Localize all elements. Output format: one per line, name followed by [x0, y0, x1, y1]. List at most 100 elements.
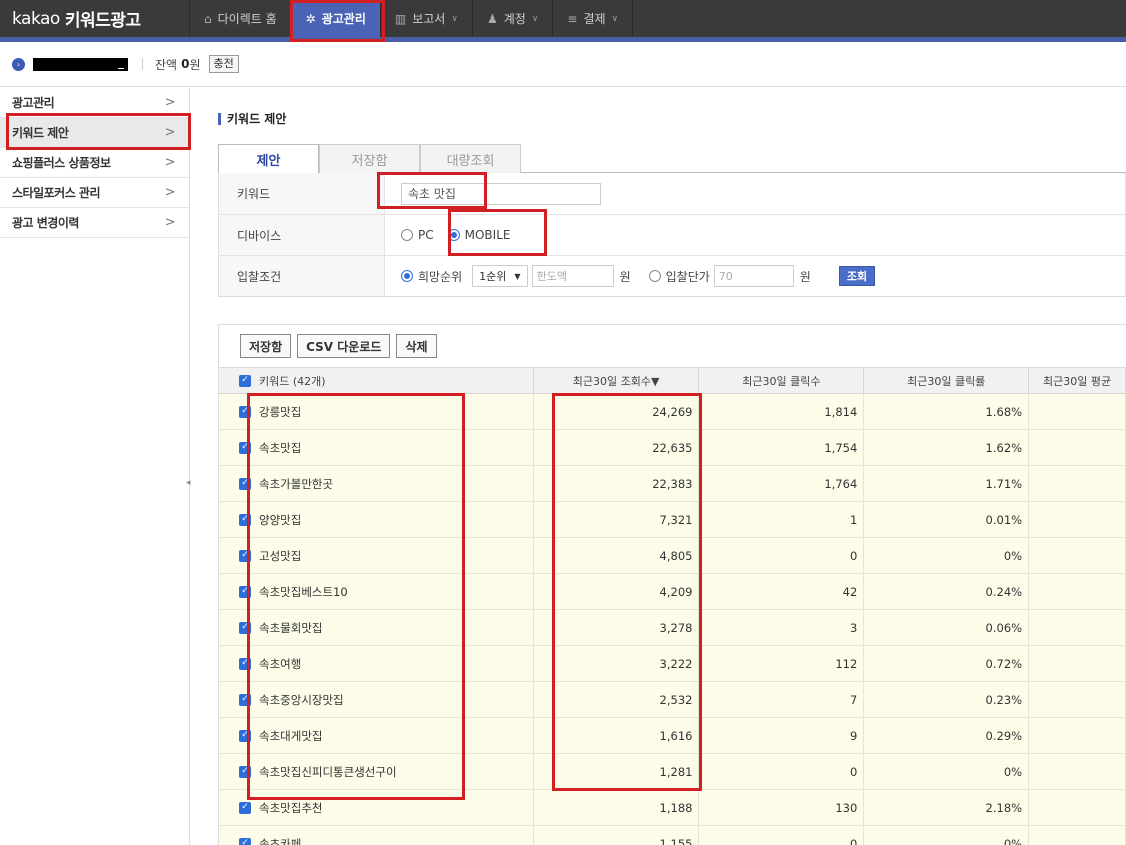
table-row[interactable]: ✓ 속초맛집신피디통큰생선구이 1,281 0 0% [219, 754, 1126, 790]
chevron-right-icon: > [164, 155, 176, 170]
sidebar-item-0[interactable]: 광고관리 > [0, 88, 189, 118]
csv-download-button[interactable]: CSV 다운로드 [297, 334, 391, 358]
keyword-input[interactable]: 속초 맛집 [401, 182, 601, 205]
row-checkbox[interactable]: ✓ [239, 693, 251, 706]
table-row[interactable]: ✓ 속초가볼만한곳 22,383 1,764 1.71% [219, 466, 1126, 502]
nav-item-1[interactable]: ✲ 광고관리 [291, 0, 381, 37]
cell-value: 속초가볼만한곳 [259, 476, 334, 491]
row-checkbox[interactable]: ✓ [239, 765, 251, 778]
sidebar-item-2[interactable]: 쇼핑플러스 상품정보 > [0, 148, 189, 178]
charge-button[interactable]: 충전 [208, 55, 239, 73]
tab-1[interactable]: 저장함 [319, 144, 420, 173]
table-row[interactable]: ✓ 속초대게맛집 1,616 9 0.29% [219, 718, 1126, 754]
brand-logo[interactable]: kakao 키워드광고 [0, 0, 190, 37]
row-checkbox[interactable]: ✓ [239, 549, 251, 562]
table-cell: ✓ 양양맛집 [219, 502, 534, 537]
table-cell: 1,814 [699, 394, 865, 429]
table-cell [1029, 790, 1126, 825]
rank-select[interactable]: 1순위 ▼ [472, 265, 528, 287]
cell-value: 1,764 [824, 476, 858, 491]
row-checkbox[interactable]: ✓ [239, 585, 251, 598]
table-cell: 1,281 [534, 754, 700, 789]
table-row[interactable]: ✓ 속초맛집 22,635 1,754 1.62% [219, 430, 1126, 466]
nav-item-2[interactable]: ▥ 보고서 ∨ [381, 0, 473, 37]
query-button[interactable]: 조회 [838, 266, 876, 286]
column-header-4[interactable]: 최근30일 평균 [1029, 368, 1126, 393]
cell-value: 1,281 [659, 764, 693, 779]
bid-rank-radio[interactable]: 희망순위 [401, 268, 462, 285]
column-header-1[interactable]: 최근30일 조회수▼ [534, 368, 700, 393]
cell-value: 1,814 [824, 404, 858, 419]
row-checkbox[interactable]: ✓ [239, 621, 251, 634]
sidebar-item-4[interactable]: 광고 변경이력 > [0, 208, 189, 238]
table-cell: 1,188 [534, 790, 700, 825]
sidebar-item-label: 쇼핑플러스 상품정보 [12, 156, 111, 170]
cell-value: 양양맛집 [259, 512, 302, 527]
cell-value: 3,222 [659, 656, 693, 671]
row-checkbox[interactable]: ✓ [239, 801, 251, 814]
row-checkbox[interactable]: ✓ [239, 477, 251, 490]
caret-down-icon: ▼ [514, 271, 521, 281]
sidebar-item-label: 스타일포커스 관리 [12, 186, 101, 200]
device-mobile-radio[interactable]: MOBILE [447, 228, 510, 242]
table-cell: 1,754 [699, 430, 865, 465]
results-toolbar: 저장함 CSV 다운로드 삭제 [219, 325, 1126, 368]
nav-item-4[interactable]: ≡ 결제 ∨ [553, 0, 634, 37]
device-pc-radio[interactable]: PC [401, 228, 434, 242]
table-cell: 24,269 [534, 394, 700, 429]
account-arrow-icon[interactable]: › [12, 57, 25, 71]
sidebar-item-1[interactable]: 키워드 제안 > [0, 118, 189, 148]
table-cell: 1.62% [864, 430, 1030, 465]
table-cell [1029, 502, 1126, 537]
results-panel: 저장함 CSV 다운로드 삭제 ✓ 키워드 (42개) 최근30일 조회수▼ 최근30… [218, 324, 1126, 845]
delete-button[interactable]: 삭제 [396, 334, 437, 358]
sidebar-collapse-icon[interactable]: ◂ [186, 478, 191, 488]
cell-value: 22,383 [652, 476, 693, 491]
cell-value: 0 [849, 548, 858, 563]
nav-item-3[interactable]: ♟ 계정 ∨ [473, 0, 554, 37]
cell-value: 0.23% [985, 692, 1023, 707]
cell-value: 9 [849, 728, 858, 743]
cell-value: 3,278 [659, 620, 693, 635]
table-cell: 1,764 [699, 466, 865, 501]
row-checkbox[interactable]: ✓ [239, 837, 251, 845]
row-checkbox[interactable]: ✓ [239, 513, 251, 526]
table-row[interactable]: ✓ 속초여행 3,222 112 0.72% [219, 646, 1126, 682]
table-row[interactable]: ✓ 속초맛집베스트10 4,209 42 0.24% [219, 574, 1126, 610]
row-checkbox[interactable]: ✓ [239, 729, 251, 742]
row-checkbox[interactable]: ✓ [239, 405, 251, 418]
select-all-checkbox[interactable]: ✓ [239, 374, 251, 387]
sidebar-item-3[interactable]: 스타일포커스 관리 > [0, 178, 189, 208]
cell-value: 0.01% [985, 512, 1023, 527]
table-row[interactable]: ✓ 강릉맛집 24,269 1,814 1.68% [219, 394, 1126, 430]
database-icon: ≡ [567, 11, 578, 26]
cell-value: 고성맛집 [259, 548, 302, 563]
column-header-0[interactable]: ✓ 키워드 (42개) [219, 368, 534, 393]
radio-selected-icon [401, 270, 413, 282]
row-checkbox[interactable]: ✓ [239, 441, 251, 454]
tab-0[interactable]: 제안 [218, 144, 319, 174]
cell-value: 3 [849, 620, 858, 635]
column-header-2[interactable]: 최근30일 클릭수 [699, 368, 865, 393]
tab-2[interactable]: 대량조회 [420, 144, 521, 173]
cell-value: 0.06% [985, 620, 1023, 635]
table-row[interactable]: ✓ 속초카페 1,155 0 0% [219, 826, 1126, 845]
row-checkbox[interactable]: ✓ [239, 657, 251, 670]
save-to-box-button[interactable]: 저장함 [240, 334, 292, 358]
table-cell: 4,209 [534, 574, 700, 609]
nav-item-0[interactable]: ⌂ 다이렉트 홈 [190, 0, 292, 37]
table-row[interactable]: ✓ 고성맛집 4,805 0 0% [219, 538, 1126, 574]
cell-value: 1.71% [985, 476, 1023, 491]
cell-value: 속초중앙시장맛집 [259, 692, 344, 707]
table-row[interactable]: ✓ 양양맛집 7,321 1 0.01% [219, 502, 1126, 538]
table-row[interactable]: ✓ 속초중앙시장맛집 2,532 7 0.23% [219, 682, 1126, 718]
table-cell: ✓ 속초카페 [219, 826, 534, 845]
sidebar-item-label: 키워드 제안 [12, 126, 69, 140]
table-row[interactable]: ✓ 속초맛집추천 1,188 130 2.18% [219, 790, 1126, 826]
bid-price-radio[interactable]: 입찰단가 [648, 268, 710, 285]
column-header-3[interactable]: 최근30일 클릭률 [864, 368, 1030, 393]
table-row[interactable]: ✓ 속초물회맛집 3,278 3 0.06% [219, 610, 1126, 646]
cell-value: 속초맛집신피디통큰생선구이 [259, 764, 397, 779]
limit-input[interactable]: 한도액 [531, 265, 614, 287]
bid-price-input[interactable]: 70 [713, 265, 794, 287]
